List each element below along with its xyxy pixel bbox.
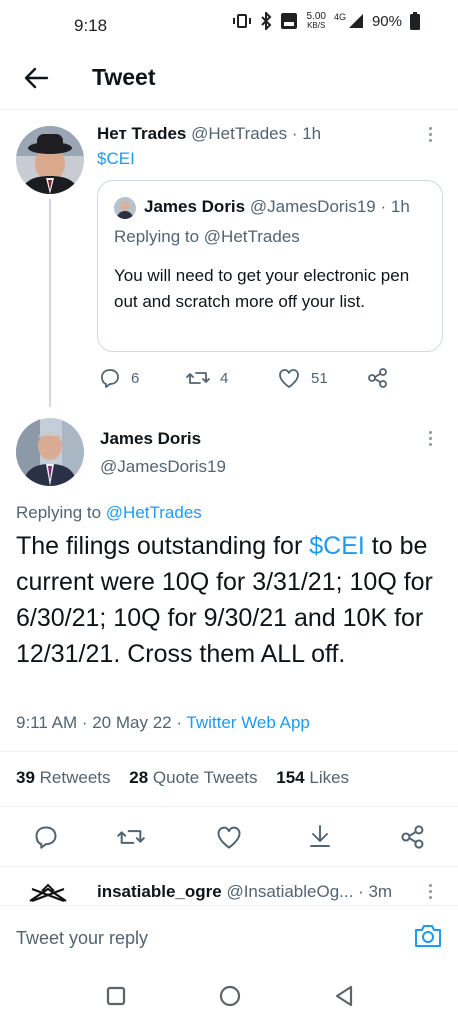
back-nav-icon[interactable] [333,984,355,1008]
download-icon[interactable] [308,823,332,849]
battery-icon [410,12,420,30]
source-link[interactable]: Twitter Web App [186,713,309,732]
likes-count: 154 [276,768,305,787]
handle: @JamesDoris19 [249,197,376,216]
like-count: 51 [311,369,328,387]
replying-prefix: Replying to [16,503,106,522]
tweet-time: · 1h [380,197,410,216]
reply-composer: Tweet your reply [0,905,458,971]
speed-unit: KB/S [307,21,326,30]
handle: @HetTrades [191,124,288,143]
app-header: Tweet [0,52,458,110]
signal-icon [348,13,364,29]
status-time: 9:18 [74,16,108,35]
recent-apps-icon[interactable] [105,985,127,1007]
handle: @InsatiableOg... [226,882,354,901]
reply-header: insatiable_ogre @InsatiableOg... · 3m [97,882,392,902]
reply-count: 6 [131,369,140,387]
reply-action[interactable]: 6 [99,367,139,389]
retweet-count: 4 [220,369,229,387]
replying-handle-link[interactable]: @HetTrades [106,503,202,522]
heart-icon [277,367,301,389]
tweet-header: Нет Trades @HetTrades · 1h [97,124,321,144]
share-icon[interactable] [400,824,426,850]
volte-icon [280,12,298,30]
retweets-count: 39 [16,768,35,787]
quoted-text: You will need to get your electronic pen… [114,266,410,311]
likes-label: Likes [309,768,350,787]
more-options-icon[interactable] [429,884,435,904]
tweet-time: · 3m [358,882,393,901]
camera-icon[interactable] [413,922,443,950]
display-name[interactable]: James Doris [100,429,201,449]
page-title: Tweet [92,64,156,90]
like-action[interactable]: 51 [277,367,328,389]
speed-readout: 5.00 KB/S [306,11,326,31]
reply-icon [99,367,121,389]
replying-to: Replying to @HetTrades [16,503,202,523]
bluetooth-icon [260,12,272,30]
vibrate-icon [232,13,252,29]
display-name[interactable]: insatiable_ogre [97,882,222,901]
back-arrow-icon[interactable] [22,64,50,92]
avatar[interactable] [16,126,84,194]
retweet-icon[interactable] [117,824,145,850]
quote-tweets-stat[interactable]: 28 Quote Tweets [129,768,257,787]
heart-icon[interactable] [215,824,243,850]
replying-handle: @HetTrades [203,227,300,246]
thread-line [49,199,51,407]
handle: @JamesDoris19 [100,457,226,476]
system-nav-bar [0,972,458,1024]
likes-stat[interactable]: 154 Likes [276,768,349,787]
reply-input[interactable]: Tweet your reply [16,928,148,949]
timestamp: 9:11 AM · 20 May 22 · [16,713,187,732]
cashtag-link[interactable]: $CEI [309,532,365,560]
divider [0,751,458,752]
share-icon[interactable] [367,367,389,389]
home-icon[interactable] [218,984,242,1008]
display-name[interactable]: Нет Trades [97,124,186,143]
cashtag-link[interactable]: $CEI [97,149,135,169]
retweet-icon [186,367,210,389]
avatar[interactable] [16,418,84,486]
avatar[interactable] [18,877,78,905]
divider [0,866,458,867]
quote-label: Quote Tweets [152,768,258,787]
speed-value: 5.00 [306,11,326,22]
reply-icon[interactable] [33,824,59,850]
retweet-action[interactable]: 4 [186,367,228,389]
quoted-tweet[interactable]: James Doris @JamesDoris19 · 1h Replying … [97,180,443,352]
tweet-text: The filings outstanding for $CEI to be c… [16,528,448,672]
network-type: 4G [333,12,346,22]
status-bar: 9:18 5.00 KB/S 4G 90% [0,0,458,52]
tweet-text-start: The filings outstanding for [16,532,310,560]
battery-percent: 90% [371,12,402,30]
tweet-timestamp: 9:11 AM · 20 May 22 · Twitter Web App [16,713,310,733]
engagement-stats: 39 Retweets 28 Quote Tweets 154 Likes [16,768,349,788]
replying-prefix: Replying to [114,227,204,246]
replying-to: Replying to @HetTrades [114,227,300,247]
retweets-label: Retweets [39,768,111,787]
display-name: James Doris [144,197,246,216]
avatar [114,197,136,219]
more-options-icon[interactable] [429,431,435,449]
more-options-icon[interactable] [429,127,435,145]
status-icons: 5.00 KB/S 4G 90% [232,12,420,30]
quote-count: 28 [129,768,149,787]
tweet-time: · 1h [291,124,322,143]
divider [0,806,458,807]
quoted-header: James Doris @JamesDoris19 · 1h [144,197,410,217]
retweets-stat[interactable]: 39 Retweets [16,768,111,787]
